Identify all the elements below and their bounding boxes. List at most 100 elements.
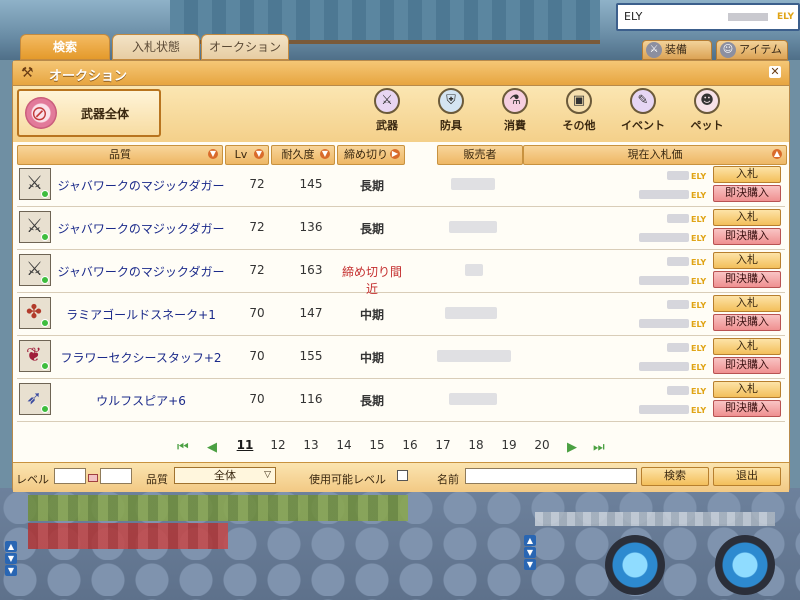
table-row[interactable]: ⚔ ジャバワークのマジックダガー 72 163 締め切り間近 ELY ELY 入札 即決購入 — [17, 250, 785, 296]
page-18[interactable]: 18 — [464, 438, 488, 452]
instant-buy-button[interactable]: 即決購入 — [713, 357, 781, 374]
level-min-input[interactable] — [54, 468, 86, 484]
item-durability: 136 — [299, 220, 323, 234]
category-other-label: その他 — [562, 119, 596, 132]
sort-right-icon[interactable]: ▶ — [390, 149, 400, 159]
chat-scroll-arrows-2[interactable]: ▲ ▼ ▼ — [524, 535, 536, 571]
page-20[interactable]: 20 — [530, 438, 554, 452]
table-row[interactable]: ❦ フラワーセクシースタッフ+2 70 155 中期 ELY ELY 入札 即決購入 — [17, 336, 785, 379]
item-name[interactable]: ジャバワークのマジックダガー — [57, 263, 225, 280]
category-weapon[interactable]: ⚔ 武器 — [355, 88, 419, 138]
buy-currency: ELY — [691, 406, 707, 415]
selected-category-label: 武器全体 — [81, 107, 130, 121]
sort-down-icon[interactable]: ▼ — [320, 149, 330, 159]
sort-up-icon[interactable]: ▲ — [772, 149, 782, 159]
buy-currency: ELY — [691, 191, 707, 200]
chat-blur-white — [535, 512, 775, 526]
tab-bid-status[interactable]: 入札状態 — [112, 34, 200, 60]
tab-auction[interactable]: オークション — [201, 34, 289, 60]
page-14[interactable]: 14 — [332, 438, 356, 452]
prev-page-icon[interactable]: ◀ — [207, 440, 217, 455]
item-name[interactable]: ジャバワークのマジックダガー — [57, 220, 225, 237]
quality-select[interactable]: 全体 ▽ — [174, 467, 276, 484]
seller-blurred — [437, 350, 511, 362]
event-ticket-icon: ✎ — [630, 88, 656, 114]
page-16[interactable]: 16 — [398, 438, 422, 452]
item-name[interactable]: フラワーセクシースタッフ+2 — [57, 349, 225, 366]
bid-button[interactable]: 入札 — [713, 381, 781, 398]
item-deadline: 長期 — [359, 179, 384, 193]
next-page-icon[interactable]: ▶ — [567, 440, 577, 455]
seller-blurred — [449, 393, 497, 405]
scroll-up-icon[interactable]: ▲ — [5, 541, 17, 552]
page-11[interactable]: 11 — [233, 438, 257, 452]
bid-button[interactable]: 入札 — [713, 338, 781, 355]
tab-search[interactable]: 検索 — [20, 34, 110, 60]
column-quality[interactable]: 品質 ▼ — [17, 145, 223, 165]
usable-level-checkbox[interactable] — [397, 470, 408, 481]
scroll-bottom-icon[interactable]: ▼ — [524, 559, 536, 570]
scroll-bottom-icon[interactable]: ▼ — [5, 565, 17, 576]
tab-equipment[interactable]: ⚔ 装備 — [642, 40, 712, 60]
bid-button[interactable]: 入札 — [713, 252, 781, 269]
page-12[interactable]: 12 — [266, 438, 290, 452]
selected-category-all-weapons[interactable]: 武器全体 — [17, 89, 161, 137]
auction-icon: ⚒ — [21, 65, 34, 81]
item-name[interactable]: ジャバワークのマジックダガー — [57, 177, 225, 194]
column-deadline[interactable]: 締め切り ▶ — [337, 145, 405, 165]
bid-button[interactable]: 入札 — [713, 166, 781, 183]
table-row[interactable]: ➶ ウルフスピア+6 70 116 長期 ELY ELY 入札 即決購入 — [17, 379, 785, 422]
table-row[interactable]: ⚔ ジャバワークのマジックダガー 72 145 長期 ELY ELY 入札 即決購入 — [17, 164, 785, 207]
category-consumable[interactable]: ⚗ 消費 — [483, 88, 547, 138]
column-current-bid[interactable]: 現在入札価 ▲ — [523, 145, 787, 165]
item-name[interactable]: ウルフスピア+6 — [57, 392, 225, 409]
column-seller[interactable]: 販売者 — [437, 145, 523, 165]
table-row[interactable]: ⚔ ジャバワークのマジックダガー 72 136 長期 ELY ELY 入札 即決購入 — [17, 207, 785, 250]
bid-currency: ELY — [691, 172, 707, 181]
exit-button[interactable]: 退出 — [713, 467, 781, 486]
item-deadline: 締め切り間近 — [341, 265, 402, 296]
column-level[interactable]: Lv ▼ — [225, 145, 269, 165]
page-13[interactable]: 13 — [299, 438, 323, 452]
first-page-icon[interactable]: ⏮ — [177, 440, 189, 455]
item-durability: 163 — [299, 263, 323, 277]
tab-items[interactable]: ☺ アイテム — [716, 40, 788, 60]
chat-scroll-arrows[interactable]: ▲ ▼ ▼ — [5, 541, 17, 577]
category-other[interactable]: ▣ その他 — [547, 88, 611, 138]
search-button[interactable]: 検索 — [641, 467, 709, 486]
close-icon[interactable]: ✕ — [769, 66, 781, 78]
scroll-down-icon[interactable]: ▼ — [5, 553, 17, 564]
level-max-input[interactable] — [100, 468, 132, 484]
bid-button[interactable]: 入札 — [713, 295, 781, 312]
chevron-down-icon: ▽ — [264, 470, 271, 480]
table-row[interactable]: ✤ ラミアゴールドスネーク+1 70 147 中期 ELY ELY 入札 即決購入 — [17, 293, 785, 336]
column-durability[interactable]: 耐久度 ▼ — [271, 145, 335, 165]
page-19[interactable]: 19 — [497, 438, 521, 452]
last-page-icon[interactable]: ⏭ — [593, 440, 605, 455]
category-pet[interactable]: ☻ ペット — [675, 88, 739, 138]
items-icon: ☺ — [720, 42, 736, 58]
page-15[interactable]: 15 — [365, 438, 389, 452]
item-durability: 155 — [299, 349, 323, 363]
buy-currency: ELY — [691, 320, 707, 329]
buy-price-blurred — [639, 233, 689, 242]
category-event[interactable]: ✎ イベント — [611, 88, 675, 138]
column-current-bid-label: 現在入札価 — [627, 148, 683, 161]
scroll-up-icon[interactable]: ▲ — [524, 535, 536, 546]
scroll-down-icon[interactable]: ▼ — [524, 547, 536, 558]
name-input[interactable] — [465, 468, 637, 484]
buy-price-blurred — [639, 362, 689, 371]
instant-buy-button[interactable]: 即決購入 — [713, 400, 781, 417]
bid-button[interactable]: 入札 — [713, 209, 781, 226]
sort-down-icon[interactable]: ▼ — [254, 149, 264, 159]
seller-blurred — [449, 221, 497, 233]
page-17[interactable]: 17 — [431, 438, 455, 452]
sort-down-icon[interactable]: ▼ — [208, 149, 218, 159]
instant-buy-button[interactable]: 即決購入 — [713, 228, 781, 245]
instant-buy-button[interactable]: 即決購入 — [713, 271, 781, 288]
instant-buy-button[interactable]: 即決購入 — [713, 314, 781, 331]
category-armor[interactable]: ⛨ 防具 — [419, 88, 483, 138]
item-name[interactable]: ラミアゴールドスネーク+1 — [57, 306, 225, 323]
buy-price-blurred — [639, 319, 689, 328]
instant-buy-button[interactable]: 即決購入 — [713, 185, 781, 202]
